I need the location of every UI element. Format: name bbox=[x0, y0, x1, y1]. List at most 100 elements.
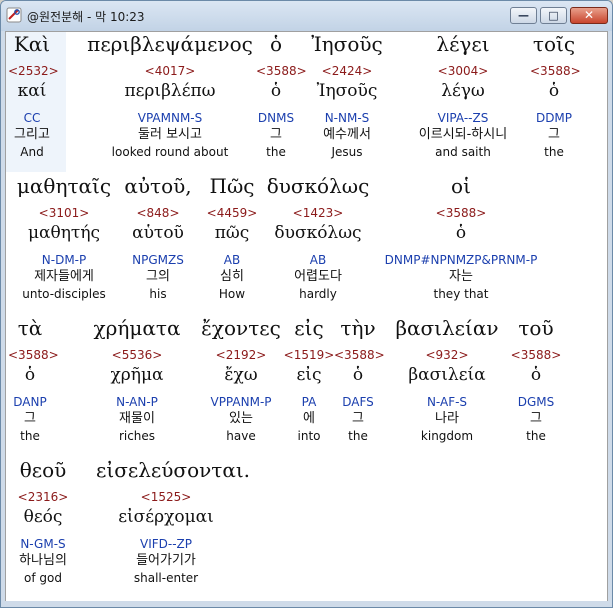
greek-word: τὴν bbox=[340, 316, 376, 340]
word-cell[interactable]: περιβλεψάμενος <4017> περιβλέπω VPAMNM-S 둘러 … bbox=[84, 32, 256, 172]
english-gloss: the bbox=[544, 145, 564, 159]
morphology-code: N-DM-P bbox=[41, 253, 87, 267]
lemma: λέγω bbox=[441, 81, 485, 101]
greek-word: ἔχοντες bbox=[201, 316, 281, 340]
lemma: ὁ bbox=[270, 81, 282, 101]
korean-gloss: 그 bbox=[352, 411, 364, 426]
morphology-code: VPPANM-P bbox=[210, 395, 272, 409]
word-cell[interactable]: τοῦ <3588> ὁ DGMS 그 the bbox=[510, 316, 562, 456]
greek-word: μαθηταῖς bbox=[16, 174, 112, 198]
greek-word: Ἰησοῦς bbox=[311, 32, 383, 56]
strong-number: <5536> bbox=[111, 348, 163, 362]
greek-word: αὐτοῦ, bbox=[124, 174, 192, 198]
english-gloss: into bbox=[297, 429, 321, 443]
lemma: πῶς bbox=[214, 223, 250, 243]
korean-gloss: 둘러 보시고 bbox=[138, 127, 202, 142]
korean-gloss: 있는 bbox=[229, 411, 253, 426]
app-icon[interactable] bbox=[6, 7, 22, 23]
korean-gloss: 그 bbox=[24, 411, 36, 426]
word-cell[interactable]: ἔχοντες <2192> ἔχω VPPANM-P 있는 have bbox=[192, 316, 290, 456]
greek-word: ὁ bbox=[269, 32, 283, 56]
korean-gloss: 어렵도다 bbox=[294, 269, 342, 284]
morphology-code: DNMS bbox=[257, 111, 295, 125]
word-cell[interactable]: τὴν <3588> ὁ DAFS 그 the bbox=[334, 316, 385, 456]
word-cell[interactable]: αὐτοῦ, <848> αὑτοῦ NPGMZS 그의 his bbox=[122, 174, 194, 314]
strong-number: <3588> bbox=[510, 348, 562, 362]
strong-number: <2316> bbox=[17, 490, 69, 504]
word-cell[interactable]: εἰσελεύσονται. <1525> εἰσέρχομαι VIFD--ZP 들어… bbox=[96, 458, 251, 598]
korean-gloss: 그의 bbox=[146, 269, 170, 284]
morphology-code: AB bbox=[309, 253, 327, 267]
strong-number: <1519> bbox=[283, 348, 335, 362]
korean-gloss: 하나님의 bbox=[19, 553, 67, 568]
english-gloss: have bbox=[226, 429, 256, 443]
strong-number: <2424> bbox=[321, 64, 373, 78]
lemma: περιβλέπω bbox=[124, 81, 216, 101]
english-gloss: of god bbox=[24, 571, 62, 585]
lemma: ὁ bbox=[24, 365, 36, 385]
minimize-button[interactable]: — bbox=[510, 7, 537, 24]
word-cell[interactable]: Καὶ <2532> καί CC 그리고 And bbox=[8, 32, 59, 172]
word-cell[interactable]: οἱ <3588> ὁ DNMP#NPNMZP&PRNM-P 자는 they that bbox=[378, 174, 544, 314]
korean-gloss: 그 bbox=[530, 411, 542, 426]
strong-number: <3588> bbox=[256, 64, 307, 78]
word-cell[interactable]: δυσκόλως <1423> δυσκόλως AB 어렵도다 hardly bbox=[266, 174, 370, 314]
lemma: βασιλεία bbox=[408, 365, 486, 385]
maximize-button[interactable]: □ bbox=[540, 7, 567, 24]
english-gloss: How bbox=[218, 287, 246, 301]
close-button[interactable]: ✕ bbox=[570, 7, 608, 24]
greek-word: λέγει bbox=[436, 32, 490, 56]
strong-number: <3588> bbox=[435, 206, 487, 220]
morphology-code: CC bbox=[23, 111, 41, 125]
strong-number: <3588> bbox=[530, 64, 581, 78]
word-cell[interactable]: βασιλείαν <932> βασιλεία N-AF-S 나라 kingdom bbox=[392, 316, 502, 456]
strong-number: <4459> bbox=[206, 206, 258, 220]
lemma: ὁ bbox=[530, 365, 542, 385]
korean-gloss: 심히 bbox=[220, 269, 244, 284]
korean-gloss: 예수께서 bbox=[323, 127, 371, 142]
strong-number: <1423> bbox=[292, 206, 344, 220]
greek-word: οἱ bbox=[451, 174, 471, 198]
korean-gloss: 그리고 bbox=[14, 127, 50, 142]
word-cell[interactable]: εἰς <1519> εἰς PA 에 into bbox=[282, 316, 336, 456]
word-cell[interactable]: Πῶς <4459> πῶς AB 심히 How bbox=[202, 174, 262, 314]
word-cell[interactable]: χρήματα <5536> χρῆμα N-AN-P 재물이 riches bbox=[70, 316, 204, 456]
lemma: εἰς bbox=[296, 365, 322, 385]
maximize-icon: □ bbox=[548, 9, 559, 22]
strong-number: <1525> bbox=[140, 490, 192, 504]
greek-word: περιβλεψάμενος bbox=[87, 32, 253, 56]
morphology-code: N-NM-S bbox=[324, 111, 370, 125]
lemma: δυσκόλως bbox=[274, 223, 362, 243]
english-gloss: the bbox=[266, 145, 286, 159]
word-cell[interactable]: θεοῦ <2316> θεός N-GM-S 하나님의 of god bbox=[8, 458, 78, 598]
morphology-code: DAFS bbox=[342, 395, 374, 409]
korean-gloss: 이르시되-하시니 bbox=[418, 127, 508, 142]
word-cell[interactable]: λέγει <3004> λέγω VIPA--ZS 이르시되-하시니 and saith bbox=[400, 32, 526, 172]
strong-number: <3004> bbox=[437, 64, 489, 78]
english-gloss: Jesus bbox=[331, 145, 363, 159]
english-gloss: they that bbox=[433, 287, 489, 301]
word-cell[interactable]: τοῖς <3588> ὁ DDMP 그 the bbox=[530, 32, 581, 172]
greek-word: τὰ bbox=[17, 316, 43, 340]
greek-word: εἰσελεύσονται. bbox=[96, 458, 251, 482]
korean-gloss: 자는 bbox=[449, 269, 473, 284]
korean-gloss: 제자들에게 bbox=[34, 269, 94, 284]
greek-word: Πῶς bbox=[209, 174, 255, 198]
word-cell[interactable]: τὰ <3588> ὁ DANP 그 the bbox=[8, 316, 59, 456]
korean-gloss: 그 bbox=[548, 127, 560, 142]
morphology-code: DANP bbox=[13, 395, 47, 409]
strong-number: <3588> bbox=[334, 348, 385, 362]
greek-word: εἰς bbox=[294, 316, 324, 340]
word-cell[interactable]: μαθηταῖς <3101> μαθητής N-DM-P 제자들에게 unto-dis… bbox=[8, 174, 120, 314]
english-gloss: kingdom bbox=[420, 429, 474, 443]
word-cell[interactable]: ὁ <3588> ὁ DNMS 그 the bbox=[256, 32, 307, 172]
word-cell[interactable]: Ἰησοῦς <2424> Ἰησοῦς N-NM-S 예수께서 Jesus bbox=[306, 32, 388, 172]
title-bar[interactable]: @원전분해 - 막 10:23 — □ ✕ bbox=[1, 1, 612, 31]
greek-word: δυσκόλως bbox=[266, 174, 370, 198]
korean-gloss: 나라 bbox=[435, 411, 459, 426]
morphology-code: NPGMZS bbox=[132, 253, 184, 267]
morphology-code: PA bbox=[301, 395, 317, 409]
english-gloss: riches bbox=[118, 429, 156, 443]
korean-gloss: 그 bbox=[270, 127, 282, 142]
strong-number: <4017> bbox=[144, 64, 196, 78]
